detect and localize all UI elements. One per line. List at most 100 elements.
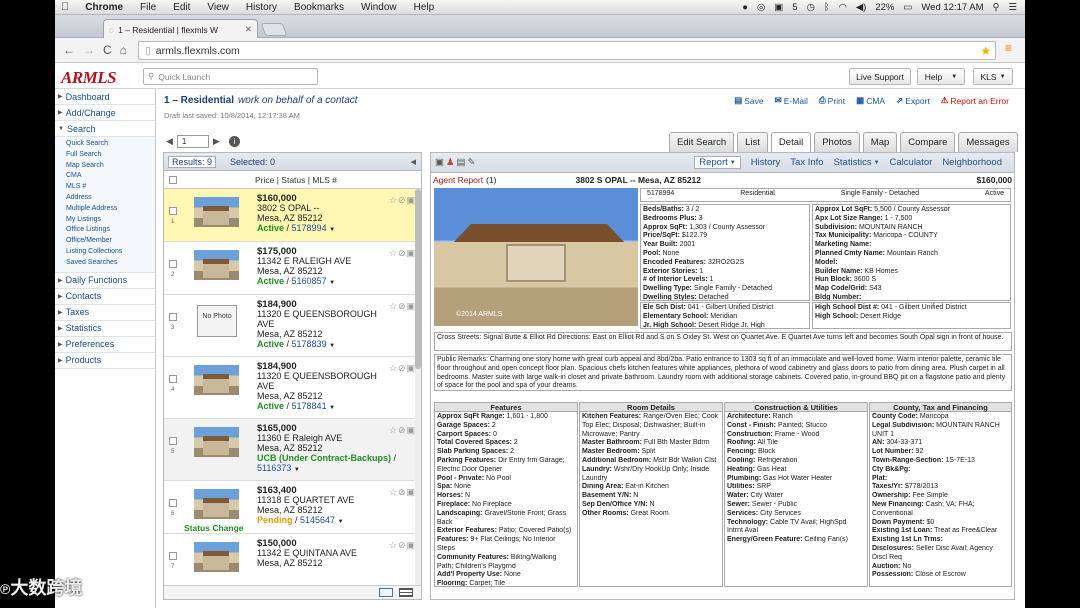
battery-percent[interactable]: 22% (875, 2, 894, 13)
quick-launch-input[interactable]: ⚲ Quick Launch (143, 68, 318, 85)
bluetooth-icon[interactable]: ᛒ (824, 2, 830, 13)
listing-thumbnail[interactable] (194, 427, 239, 457)
row-checkbox[interactable] (169, 499, 177, 507)
wifi-icon[interactable]: ◠ (839, 2, 847, 13)
favorite-star-icon[interactable]: ☆ (389, 195, 398, 205)
subtab-report[interactable]: Report ▼ (694, 156, 741, 169)
close-tab-icon[interactable]: ✕ (245, 24, 252, 35)
submenu-saved-searches[interactable]: Saved Searches (55, 258, 155, 269)
sidebar-item-daily-functions[interactable]: ▶ Daily Functions (55, 273, 155, 289)
menu-view[interactable]: View (207, 2, 229, 13)
listing-thumbnail[interactable] (194, 250, 239, 280)
listing-mls[interactable]: 5160857 (292, 276, 327, 286)
save-action[interactable]: ▤ Save (734, 95, 763, 106)
sidebar-item-statistics[interactable]: ▶ Statistics (55, 321, 155, 337)
chrome-menu-icon[interactable]: ≡ (1005, 42, 1017, 54)
live-support-button[interactable]: Live Support (849, 68, 911, 85)
new-tab-button[interactable] (260, 23, 288, 36)
subtab-neighborhood[interactable]: Neighborhood (942, 156, 1002, 169)
row-checkbox[interactable] (169, 375, 177, 383)
listing-mls[interactable]: 5178841 (292, 401, 327, 411)
chevron-down-icon[interactable]: ▼ (329, 405, 335, 411)
subtab-tax-info[interactable]: Tax Info (790, 156, 823, 169)
menu-help[interactable]: Help (414, 2, 435, 13)
sidebar-item-dashboard[interactable]: ▶ Dashboard (55, 89, 155, 105)
help-button[interactable]: Help ▼ (917, 68, 965, 85)
listing-address[interactable]: 11320 E QUEENSBOROUGH (257, 371, 377, 381)
collapse-panel-icon[interactable]: ◀ (411, 158, 416, 166)
sidebar-item-add-change[interactable]: ▶ Add/Change (55, 105, 155, 121)
tab-messages[interactable]: Messages (958, 132, 1018, 152)
row-checkbox[interactable] (169, 552, 177, 560)
submenu-office-listings[interactable]: Office Listings (55, 225, 155, 236)
report-icon[interactable]: ▣ (435, 157, 444, 168)
list-view-icon[interactable] (399, 588, 413, 597)
clock-text[interactable]: Wed 12:17 AM (921, 2, 983, 13)
submenu-cma[interactable]: CMA (55, 171, 155, 182)
submenu-full-search[interactable]: Full Search (55, 150, 155, 161)
browser-tab[interactable]: ◌ 1 – Residential | flexmls W ✕ (103, 19, 258, 39)
target-icon[interactable]: ◎ (757, 2, 765, 13)
favorite-star-icon[interactable]: ☆ (389, 487, 398, 497)
forward-icon[interactable]: → (83, 43, 95, 57)
favorite-star-icon[interactable]: ☆ (389, 540, 398, 550)
submenu-quick-search[interactable]: Quick Search (55, 139, 155, 150)
armls-logo[interactable]: ARMLS (61, 68, 117, 88)
subtab-statistics[interactable]: Statistics ▼ (834, 156, 880, 169)
spotlight-icon[interactable]: ⚲ (993, 2, 1000, 13)
sidebar-item-search[interactable]: ▼ Search (55, 121, 155, 137)
chevron-down-icon[interactable]: ▼ (329, 227, 335, 233)
listing-address[interactable]: 11318 E QUARTET AVE (257, 495, 354, 505)
export-action[interactable]: ⇗ Export (896, 95, 930, 106)
submenu-my-listings[interactable]: My Listings (55, 215, 155, 226)
grid-icon[interactable]: ▤ (457, 157, 466, 168)
listing-thumbnail[interactable] (194, 197, 239, 227)
listing-address[interactable]: 11342 E QUINTANA AVE (257, 548, 357, 558)
row-checkbox[interactable] (169, 313, 177, 321)
back-icon[interactable]: ← (63, 43, 75, 57)
row-checkbox[interactable] (169, 207, 177, 215)
favorite-star-icon[interactable]: ☆ (389, 425, 398, 435)
reload-icon[interactable]: C (103, 43, 112, 57)
tab-edit-search[interactable]: Edit Search (669, 132, 735, 152)
sidebar-item-products[interactable]: ▶ Products (55, 353, 155, 369)
submenu-mls-number[interactable]: MLS # (55, 182, 155, 193)
menu-edit[interactable]: Edit (173, 2, 190, 13)
menu-history[interactable]: History (246, 2, 277, 13)
listing-address[interactable]: 11320 E QUEENSBOROUGH (257, 309, 377, 319)
notification-badge[interactable]: 5 (792, 2, 797, 13)
favorite-star-icon[interactable]: ☆ (389, 248, 398, 258)
submenu-multiple-address[interactable]: Multiple Address (55, 204, 155, 215)
tab-compare[interactable]: Compare (900, 132, 956, 152)
no-photo-placeholder[interactable]: No Photo (197, 305, 237, 337)
tab-photos[interactable]: Photos (814, 132, 860, 152)
tab-list[interactable]: List (737, 132, 768, 152)
menu-bookmarks[interactable]: Bookmarks (294, 2, 344, 13)
row-checkbox[interactable] (169, 260, 177, 268)
next-page-icon[interactable]: ▶ (213, 136, 220, 147)
tab-detail[interactable]: Detail (770, 132, 812, 152)
email-action[interactable]: ✉ E-Mail (775, 95, 808, 106)
listing-address[interactable]: 3802 S OPAL -- (257, 203, 320, 213)
sidebar-item-taxes[interactable]: ▶ Taxes (55, 305, 155, 321)
subtab-calculator[interactable]: Calculator (890, 156, 933, 169)
submenu-address[interactable]: Address (55, 193, 155, 204)
row-checkbox[interactable] (169, 437, 177, 445)
listing-thumbnail[interactable] (194, 365, 239, 395)
home-icon[interactable]: ⌂ (120, 43, 127, 57)
listing-photo[interactable]: ©2014 ARMLS (434, 188, 638, 326)
listing-row[interactable]: 7 $150,000 11342 E QUINTANA AVE Mesa, AZ 8… (164, 534, 421, 587)
user-menu-button[interactable]: KLS ▼ (973, 68, 1013, 85)
listing-thumbnail[interactable] (194, 489, 239, 519)
tab-map[interactable]: Map (862, 132, 898, 152)
listing-mls[interactable]: 5178994 (292, 223, 327, 233)
prev-page-icon[interactable]: ◀ (166, 136, 173, 147)
listing-address[interactable]: 11342 E RALEIGH AVE (257, 256, 351, 266)
listing-row[interactable]: 4 $184,900 11320 E QUEENSBOROUGH AVE Mesa, … (164, 357, 421, 419)
sidebar-item-contacts[interactable]: ▶ Contacts (55, 289, 155, 305)
page-number-input[interactable]: 1 (176, 135, 209, 148)
address-bar[interactable]: ▯ armls.flexmls.com ★ (138, 41, 996, 60)
chevron-down-icon[interactable]: ▼ (338, 519, 344, 525)
selected-count[interactable]: Selected: 0 (230, 157, 275, 167)
submenu-listing-collections[interactable]: Listing Collections (55, 247, 155, 258)
